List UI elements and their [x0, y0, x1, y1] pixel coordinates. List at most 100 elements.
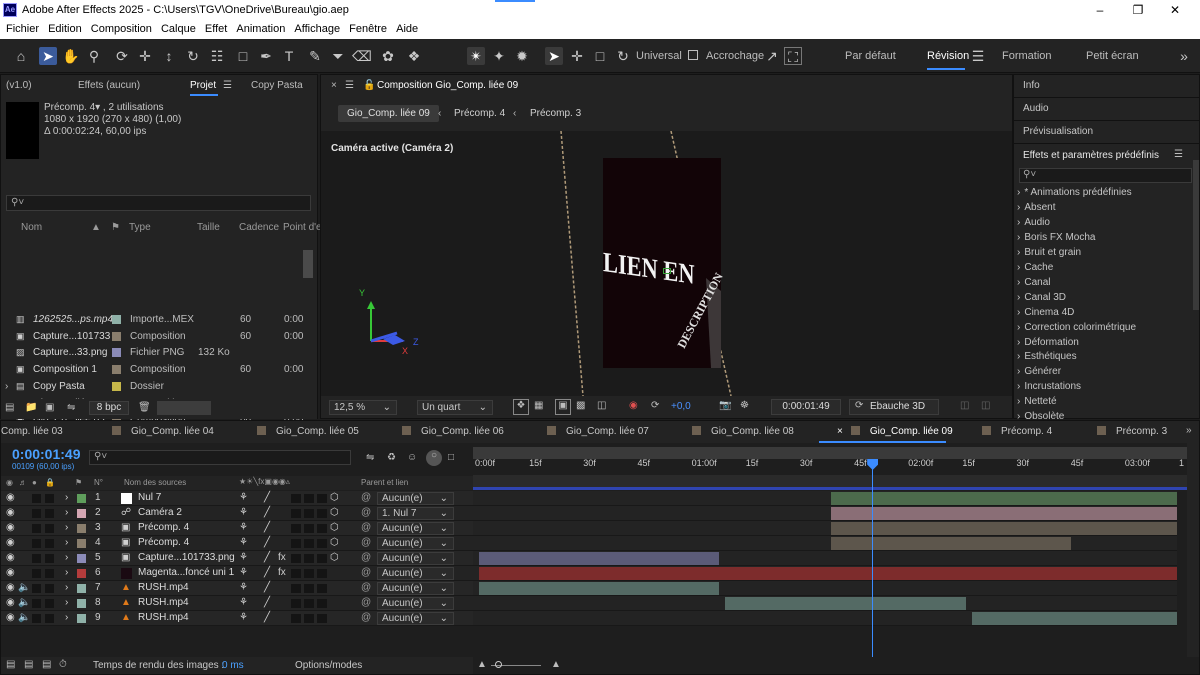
workspace-petit-ecran[interactable]: Petit écran — [1086, 50, 1139, 62]
audio-icon[interactable]: 🔈 — [18, 582, 30, 593]
menu-fichier[interactable]: Fichier — [6, 21, 39, 37]
dolly-camera-icon[interactable]: ↕ — [160, 47, 178, 65]
timeline-search-input[interactable]: ⚲˅ — [89, 450, 351, 465]
layer-duration-bar[interactable] — [971, 612, 1177, 625]
switch-box[interactable] — [304, 584, 314, 593]
effect-category[interactable]: › Audio — [1017, 217, 1050, 228]
solo-toggle[interactable] — [32, 539, 41, 548]
parent-dropdown[interactable]: Aucun(e) ⌄ — [377, 612, 454, 625]
pick-whip-icon[interactable]: @ — [361, 582, 371, 593]
shy-switch-icon[interactable]: ⚘ — [239, 597, 248, 608]
effect-category[interactable]: › * Animations prédéfinies — [1017, 187, 1132, 198]
quality-switch-icon[interactable]: ╱ — [264, 567, 270, 578]
project-scrollbar[interactable] — [303, 250, 313, 278]
quality-switch-icon[interactable]: ╱ — [264, 552, 270, 563]
view-axis-icon[interactable]: ✹ — [513, 47, 531, 65]
effect-category[interactable]: › Déformation — [1017, 337, 1079, 348]
lock-toggle[interactable] — [45, 554, 54, 563]
label-color[interactable] — [77, 539, 86, 548]
trash-icon[interactable]: 🗑 — [138, 402, 151, 413]
tab-composition[interactable]: Composition Gio_Comp. liée 09 — [377, 80, 518, 91]
parent-dropdown[interactable]: Aucun(e) ⌄ — [377, 522, 454, 535]
comp-flowchart-icon[interactable]: ⇋ — [366, 452, 374, 463]
world-axis-icon[interactable]: ✦ — [490, 47, 508, 65]
effect-category[interactable]: › Cinema 4D — [1017, 307, 1074, 318]
lock-toggle[interactable] — [45, 509, 54, 518]
layer-duration-bar[interactable] — [479, 552, 720, 565]
pick-whip-icon[interactable]: @ — [361, 567, 371, 578]
comp-tab[interactable]: Précomp. 4 — [982, 426, 1052, 437]
shy-switch-icon[interactable]: ⚘ — [239, 492, 248, 503]
rotate-tool-icon[interactable]: ↻ — [184, 47, 202, 65]
fast-previews-icon[interactable]: ❖ — [513, 399, 529, 415]
audio-panel-header[interactable]: Audio — [1014, 98, 1199, 121]
restore-icon[interactable]: ❐ — [1123, 2, 1153, 19]
chevron-right-icon[interactable]: › — [5, 381, 8, 392]
label-color[interactable] — [77, 509, 86, 518]
comp-menu-icon[interactable]: ☰ — [345, 80, 354, 91]
parent-dropdown[interactable]: Aucun(e) ⌄ — [377, 492, 454, 505]
comp-tab[interactable]: Comp. liée 03 — [1, 426, 63, 437]
chevron-right-icon[interactable]: › — [65, 567, 68, 578]
view-layout-icon[interactable]: ◫ — [960, 400, 969, 411]
eye-icon[interactable]: ◉ — [6, 537, 15, 548]
transparency-grid-icon[interactable]: ▦ — [534, 400, 543, 411]
close-tab-icon[interactable]: × — [837, 426, 843, 437]
parent-dropdown[interactable]: Aucun(e) ⌄ — [377, 552, 454, 565]
eye-icon[interactable]: ◉ — [6, 582, 15, 593]
layer-row[interactable]: ◉ › 2 ☍ Caméra 2 ⚘ ╱ ⬡ @1. Nul 7 ⌄ — [1, 506, 473, 521]
lock-icon[interactable]: 🔓 — [363, 80, 375, 91]
label-color[interactable] — [77, 569, 86, 578]
breadcrumb-precomp-3[interactable]: Précomp. 3 — [530, 108, 581, 119]
eye-icon[interactable]: ◉ — [6, 522, 15, 533]
layer-row[interactable]: ◉ 🔈 › 7 ▲ RUSH.mp4 ⚘ ╱ @ Aucun(e) ⌄ — [1, 581, 473, 596]
eye-icon[interactable]: ◉ — [6, 612, 15, 623]
switch-box[interactable] — [291, 614, 301, 623]
roto-brush-icon[interactable]: ✿ — [379, 47, 397, 65]
effect-category[interactable]: › Canal — [1017, 277, 1050, 288]
workspace-revision[interactable]: Révision — [927, 50, 969, 62]
switch-box[interactable] — [317, 569, 327, 578]
menu-fenetre[interactable]: Fenêtre — [349, 21, 387, 37]
col-name[interactable]: Nom — [21, 222, 42, 233]
switch-box[interactable] — [304, 494, 314, 503]
workspace-par-defaut[interactable]: Par défaut — [845, 50, 896, 62]
project-item[interactable]: ▨ Capture...33.png Fichier PNG 132 Ko — [1, 345, 316, 361]
comp-tab[interactable]: × Gio_Comp. liée 09 — [837, 426, 953, 437]
label-swatch[interactable] — [112, 315, 121, 324]
show-snapshot-icon[interactable]: ☸ — [740, 400, 749, 411]
draft-3d-icon[interactable]: ♻ — [387, 452, 396, 463]
effect-category[interactable]: › Incrustations — [1017, 381, 1081, 392]
preview-panel-header[interactable]: Prévisualisation — [1014, 121, 1199, 144]
3d-layer-icon[interactable]: ⬡ — [330, 522, 339, 533]
zoom-dropdown[interactable]: 12,5 % ⌄ — [329, 400, 397, 415]
playhead[interactable] — [867, 459, 879, 657]
menu-composition[interactable]: Composition — [91, 21, 152, 37]
lock-toggle[interactable] — [45, 494, 54, 503]
layer-row[interactable]: ◉ › 6 Magenta...foncé uni 1 ⚘ ╱ fx @ Aucun(e) ⌄ — [1, 566, 473, 581]
tab-copy-pasta[interactable]: Copy Pasta — [251, 80, 303, 91]
effect-category[interactable]: › Boris FX Mocha — [1017, 232, 1095, 243]
switch-box[interactable] — [317, 524, 327, 533]
project-menu-icon[interactable]: ☰ — [223, 80, 232, 91]
effect-category[interactable]: › Correction colorimétrique — [1017, 322, 1136, 333]
eraser-tool-icon[interactable]: ⌫ — [352, 47, 372, 65]
col-fps[interactable]: Cadence — [239, 222, 279, 233]
tab-project[interactable]: Projet — [190, 80, 216, 91]
color-channels-icon[interactable]: ◉ — [629, 400, 638, 411]
lock-toggle[interactable] — [45, 539, 54, 548]
shy-switch-icon[interactable]: ⚘ — [239, 552, 248, 563]
minimize-icon[interactable]: – — [1085, 2, 1115, 19]
audio-icon[interactable]: 🔈 — [18, 597, 30, 608]
zoom-slider[interactable]: ▲ ▲ — [477, 659, 567, 673]
switch-box[interactable] — [317, 614, 327, 623]
shy-switch-icon[interactable]: ⚘ — [239, 567, 248, 578]
info-panel-header[interactable]: Info — [1014, 75, 1199, 98]
chevron-right-icon[interactable]: › — [65, 552, 68, 563]
parent-dropdown[interactable]: Aucun(e) ⌄ — [377, 597, 454, 610]
comp-tab[interactable]: Gio_Comp. liée 06 — [402, 426, 504, 437]
effects-menu-icon[interactable]: ☰ — [1174, 149, 1183, 160]
effect-category[interactable]: › Canal 3D — [1017, 292, 1066, 303]
pick-whip-icon[interactable]: @ — [361, 492, 371, 503]
lock-toggle[interactable] — [45, 524, 54, 533]
